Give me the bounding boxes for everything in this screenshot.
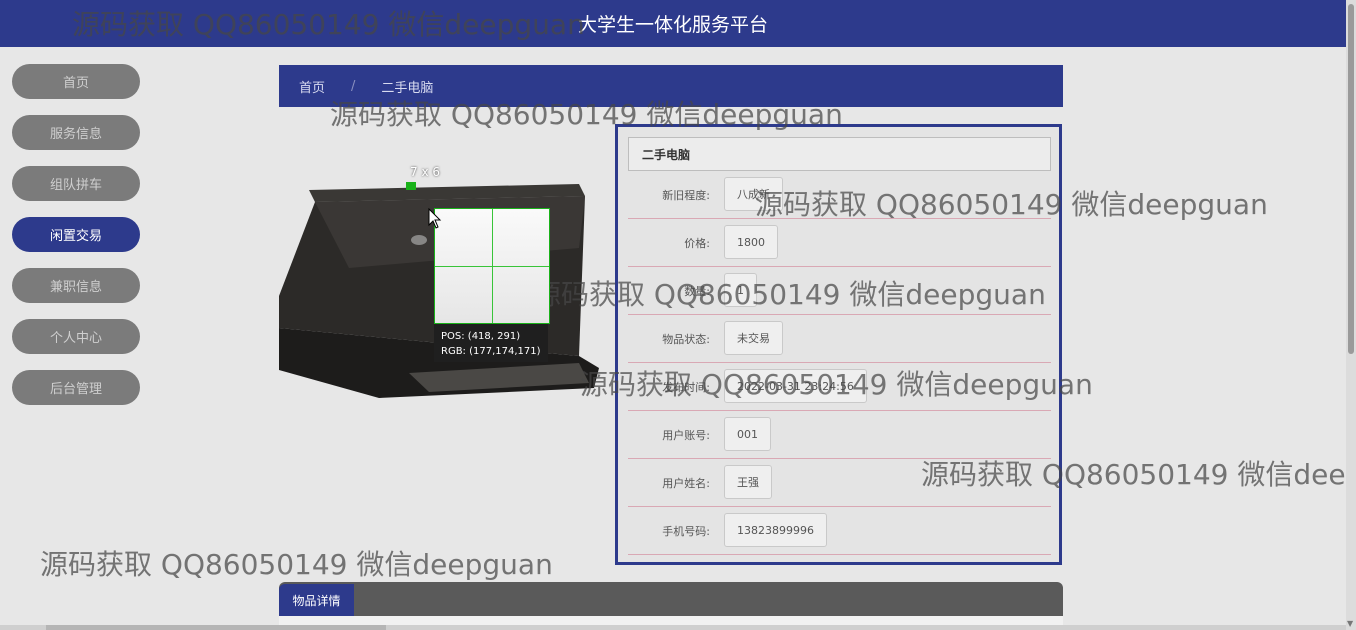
nav-item-secondhand[interactable]: 闲置交易 xyxy=(12,217,140,252)
selection-size-label: 7 x 6 xyxy=(410,165,440,179)
field-label: 发布时间: xyxy=(662,380,710,394)
field-row-user-name: 用户姓名: 王强 xyxy=(628,459,1051,507)
horizontal-scrollbar[interactable] xyxy=(0,625,1346,630)
field-label: 新旧程度: xyxy=(662,188,710,202)
field-value-status: 未交易 xyxy=(724,321,783,355)
scroll-down-arrow-icon[interactable]: ▼ xyxy=(1347,619,1353,628)
nav-item-personal-center[interactable]: 个人中心 xyxy=(12,319,140,354)
nav-item-parttime[interactable]: 兼职信息 xyxy=(12,268,140,303)
field-label: 用户姓名: xyxy=(662,476,710,490)
field-row-user-account: 用户账号: 001 xyxy=(628,411,1051,459)
nav-item-carpool[interactable]: 组队拼车 xyxy=(12,166,140,201)
tab-item-details[interactable]: 物品详情 xyxy=(279,584,354,616)
detail-tab-bar: 物品详情 xyxy=(279,582,1063,630)
mouse-cursor-icon xyxy=(428,208,442,229)
field-label: 价格: xyxy=(684,236,710,250)
field-row-quantity: 数量: 1 xyxy=(628,267,1051,315)
detail-title: 二手电脑 xyxy=(628,137,1051,171)
field-label: 物品状态: xyxy=(662,332,710,346)
pixel-magnifier xyxy=(434,208,550,324)
field-row-price: 价格: 1800 xyxy=(628,219,1051,267)
pixel-position: POS: (418, 291) xyxy=(441,331,521,342)
field-value-publish-time: 2022-03-31 23:24:56 xyxy=(724,369,867,403)
selection-handle[interactable] xyxy=(406,182,416,190)
site-title: 大学生一体化服务平台 xyxy=(577,14,768,36)
breadcrumb-separator: / xyxy=(351,78,356,94)
field-row-status: 物品状态: 未交易 xyxy=(628,315,1051,363)
field-row-publish-time: 发布时间: 2022-03-31 23:24:56 xyxy=(628,363,1051,411)
field-label: 数量: xyxy=(684,284,710,298)
field-row-condition: 新旧程度: 八成新 xyxy=(628,171,1051,219)
nav-item-service-info[interactable]: 服务信息 xyxy=(12,115,140,150)
scrollbar-thumb[interactable] xyxy=(46,625,386,630)
nav-item-admin[interactable]: 后台管理 xyxy=(12,370,140,405)
breadcrumb: 首页 / 二手电脑 xyxy=(279,65,1063,107)
pixel-info-box: POS: (418, 291) RGB: (177,174,171) xyxy=(434,324,548,362)
field-row-phone: 手机号码: 13823899996 xyxy=(628,507,1051,555)
sidebar-nav: 首页 服务信息 组队拼车 闲置交易 兼职信息 个人中心 后台管理 xyxy=(12,64,140,421)
watermark: 源码获取 QQ86050149 微信deepguan xyxy=(40,548,553,581)
field-label: 用户账号: xyxy=(662,428,710,442)
field-value-user-name: 王强 xyxy=(724,465,772,499)
top-header-bar: 大学生一体化服务平台 xyxy=(0,0,1346,47)
field-value-phone: 13823899996 xyxy=(724,513,827,547)
product-detail-panel: 二手电脑 新旧程度: 八成新 价格: 1800 数量: 1 物品状态: 未交易 … xyxy=(615,124,1062,565)
field-value-user-account: 001 xyxy=(724,417,771,451)
breadcrumb-current: 二手电脑 xyxy=(381,80,434,96)
field-value-quantity: 1 xyxy=(724,273,757,307)
nav-item-home[interactable]: 首页 xyxy=(12,64,140,99)
field-label: 手机号码: xyxy=(662,524,710,538)
pixel-rgb: RGB: (177,174,171) xyxy=(441,346,541,357)
vertical-scrollbar[interactable]: ▼ xyxy=(1346,0,1356,630)
magnifier-crosshair-horizontal xyxy=(435,266,549,267)
field-value-price: 1800 xyxy=(724,225,778,259)
scrollbar-thumb[interactable] xyxy=(1348,4,1354,354)
breadcrumb-home-link[interactable]: 首页 xyxy=(299,77,325,96)
field-value-condition: 八成新 xyxy=(724,177,783,211)
